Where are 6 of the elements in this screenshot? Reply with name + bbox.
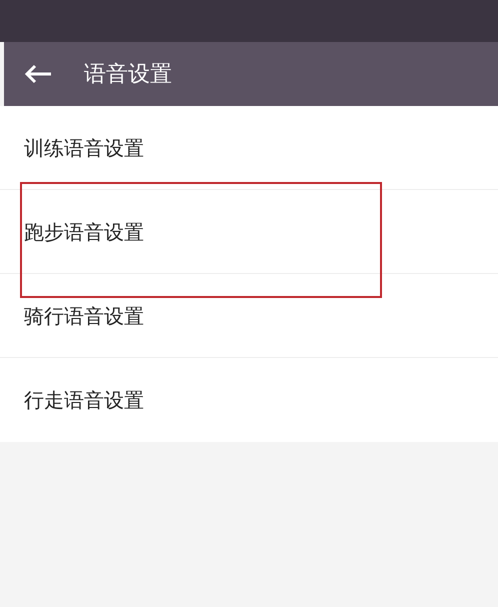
settings-item[interactable]: 跑步语音设置 [0,190,498,274]
settings-item[interactable]: 训练语音设置 [0,106,498,190]
settings-item[interactable]: 骑行语音设置 [0,274,498,358]
settings-item[interactable]: 行走语音设置 [0,358,498,442]
toolbar-title: 语音设置 [84,60,172,88]
back-icon[interactable] [24,62,54,86]
